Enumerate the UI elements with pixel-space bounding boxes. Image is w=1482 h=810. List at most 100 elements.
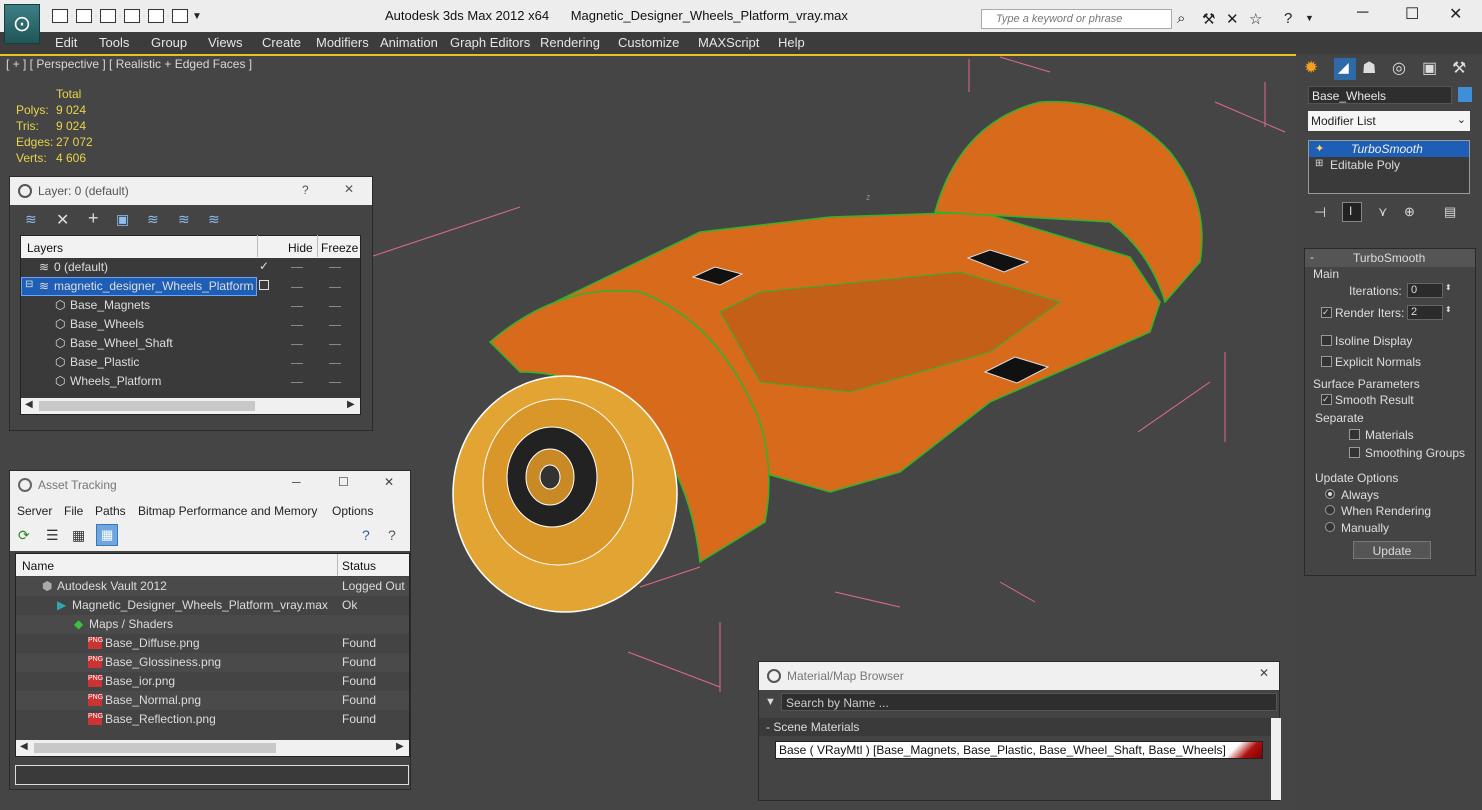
spinner-arrows-icon[interactable]: ⬍ xyxy=(1445,283,1452,292)
material-entry[interactable]: Base ( VRayMtl ) [Base_Magnets, Base_Pla… xyxy=(775,741,1263,759)
help-icon[interactable]: ? xyxy=(1284,10,1292,27)
modify-tab-icon[interactable]: ◢ xyxy=(1334,58,1356,80)
menu-graph-editors[interactable]: Graph Editors xyxy=(450,35,530,50)
asset-row[interactable]: PNG Base_Normal.png Found xyxy=(16,691,409,710)
object-row[interactable]: ⬡ Base_Plastic xyxy=(21,353,360,372)
communication-icon[interactable]: ✕ xyxy=(1226,10,1239,28)
binoculars-icon[interactable]: ⌕ xyxy=(1177,10,1185,27)
asset-row[interactable]: ⬢ Autodesk Vault 2012 Logged Out xyxy=(16,577,409,596)
spinner-arrows-icon[interactable]: ⬍ xyxy=(1445,305,1452,314)
render-iters-checkbox[interactable]: ✓ xyxy=(1321,307,1332,318)
asset-row[interactable]: ▶ Magnetic_Designer_Wheels_Platform_vray… xyxy=(16,596,409,615)
open-file-icon[interactable] xyxy=(76,9,92,23)
asset-window-titlebar[interactable]: Asset Tracking ─ ☐ ✕ xyxy=(10,471,410,499)
refresh-icon[interactable]: ⟳ xyxy=(18,527,30,544)
stack-item-editable-poly[interactable]: ⊞ Editable Poly xyxy=(1309,157,1469,173)
close-icon[interactable]: ✕ xyxy=(1449,4,1462,24)
object-color-swatch[interactable] xyxy=(1458,87,1472,102)
menu-views[interactable]: Views xyxy=(208,35,242,50)
layer-close-icon[interactable]: ✕ xyxy=(344,182,354,196)
object-row[interactable]: ⬡ Base_Wheels xyxy=(21,315,360,334)
new-file-icon[interactable] xyxy=(52,9,68,23)
delete-layer-icon[interactable]: ✕ xyxy=(56,210,69,230)
asset-row[interactable]: ◆ Maps / Shaders xyxy=(16,615,409,634)
stack-item-turbosmooth[interactable]: ✦ TurboSmooth xyxy=(1309,141,1469,157)
object-row[interactable]: ⬡ Base_Magnets xyxy=(21,296,360,315)
current-layer-check-icon[interactable]: ✓ xyxy=(259,259,269,273)
layer-help-icon[interactable]: ? xyxy=(302,183,309,197)
asset-row[interactable]: PNG Base_Diffuse.png Found xyxy=(16,634,409,653)
material-vscrollbar[interactable] xyxy=(1271,718,1281,800)
hold-icon[interactable] xyxy=(172,9,188,23)
redo-icon[interactable] xyxy=(148,9,164,23)
object-row[interactable]: ⬡ Wheels_Platform xyxy=(21,372,360,391)
object-name-field[interactable]: Base_Wheels xyxy=(1308,86,1452,104)
help-dropdown-icon[interactable]: ▼ xyxy=(1305,13,1314,23)
asset-maximize-icon[interactable]: ☐ xyxy=(338,475,349,489)
iterations-spinner[interactable]: 0 xyxy=(1407,283,1443,298)
menu-create[interactable]: Create xyxy=(262,35,301,50)
layer-row-selected[interactable]: ⊟ ≋ magnetic_designer_Wheels_Platform xyxy=(21,277,257,296)
update-when-rendering-radio[interactable] xyxy=(1325,505,1335,515)
update-always-radio[interactable] xyxy=(1325,489,1335,499)
hide-all-layers-icon[interactable]: ≋ xyxy=(178,211,190,228)
materials-checkbox[interactable] xyxy=(1349,429,1360,440)
material-window-titlebar[interactable]: Material/Map Browser ✕ xyxy=(759,662,1279,690)
freeze-all-layers-icon[interactable]: ≋ xyxy=(208,211,220,228)
asset-help-icon[interactable]: ? xyxy=(362,527,370,543)
configure-sets-icon[interactable]: ▤ xyxy=(1444,204,1456,220)
col-layers[interactable]: Layers xyxy=(27,241,63,255)
menu-edit[interactable]: Edit xyxy=(55,35,77,50)
browser-options-icon[interactable]: ▼ xyxy=(765,696,776,708)
asset-close-icon[interactable]: ✕ xyxy=(384,475,394,489)
render-iters-spinner[interactable]: 2 xyxy=(1407,305,1443,320)
create-layer-icon[interactable]: ≋ xyxy=(25,211,37,228)
asset-menu-bitmap[interactable]: Bitmap Performance and Memory xyxy=(138,504,317,518)
layer-hscrollbar[interactable]: ◀ ▶ xyxy=(21,398,360,414)
asset-menu-options[interactable]: Options xyxy=(332,504,373,518)
scene-materials-section[interactable]: - Scene Materials xyxy=(759,718,1271,736)
list-view-icon[interactable]: ☰ xyxy=(46,527,59,544)
select-objects-icon[interactable]: ▣ xyxy=(116,211,129,228)
isoline-checkbox[interactable] xyxy=(1321,335,1332,346)
quick-access-dropdown-icon[interactable]: ▼ xyxy=(192,11,202,22)
layer-checkbox[interactable] xyxy=(259,280,269,290)
menu-animation[interactable]: Animation xyxy=(380,35,438,50)
asset-hscrollbar[interactable]: ◀ ▶ xyxy=(16,740,409,756)
update-button[interactable]: Update xyxy=(1353,541,1431,559)
lightbulb-icon[interactable]: ✦ xyxy=(1315,142,1324,155)
make-unique-icon[interactable]: ⋎ xyxy=(1378,204,1388,220)
asset-row[interactable]: PNG Base_Glossiness.png Found xyxy=(16,653,409,672)
highlight-layer-icon[interactable]: ≋ xyxy=(147,211,159,228)
asset-menu-server[interactable]: Server xyxy=(17,504,52,518)
smoothing-groups-checkbox[interactable] xyxy=(1349,447,1360,458)
utilities-tab-icon[interactable]: ⚒ xyxy=(1452,58,1466,78)
thumbnail-view-icon[interactable]: ▦ xyxy=(72,527,85,544)
menu-rendering[interactable]: Rendering xyxy=(540,35,600,50)
object-row[interactable]: ⬡ Base_Wheel_Shaft xyxy=(21,334,360,353)
minimize-icon[interactable]: ─ xyxy=(1357,4,1368,22)
undo-icon[interactable] xyxy=(124,9,140,23)
menu-help[interactable]: Help xyxy=(778,35,805,50)
asset-minimize-icon[interactable]: ─ xyxy=(292,475,301,489)
update-manually-radio[interactable] xyxy=(1325,522,1335,532)
save-file-icon[interactable] xyxy=(100,9,116,23)
table-view-icon[interactable]: ▦ xyxy=(96,524,118,546)
collapse-icon[interactable]: ⊟ xyxy=(25,279,33,290)
asset-menu-paths[interactable]: Paths xyxy=(95,504,126,518)
pin-stack-icon[interactable]: ⊣ xyxy=(1314,204,1326,221)
hierarchy-tab-icon[interactable]: ☗ xyxy=(1362,58,1376,78)
maximize-icon[interactable]: ☐ xyxy=(1405,4,1419,24)
app-logo-icon[interactable]: ⊙ xyxy=(4,4,40,44)
col-status[interactable]: Status xyxy=(342,559,376,573)
col-hide[interactable]: Hide xyxy=(288,241,313,255)
favorites-star-icon[interactable]: ☆ xyxy=(1249,10,1262,28)
asset-context-help-icon[interactable]: ? xyxy=(388,527,396,543)
material-search-input[interactable]: Search by Name ... xyxy=(781,693,1277,711)
asset-path-field[interactable] xyxy=(15,765,409,785)
search-input[interactable]: Type a keyword or phrase xyxy=(981,9,1172,29)
asset-menu-file[interactable]: File xyxy=(64,504,83,518)
add-to-layer-icon[interactable]: + xyxy=(88,208,99,229)
scroll-thumb[interactable] xyxy=(39,401,255,411)
col-freeze[interactable]: Freeze xyxy=(321,241,358,255)
